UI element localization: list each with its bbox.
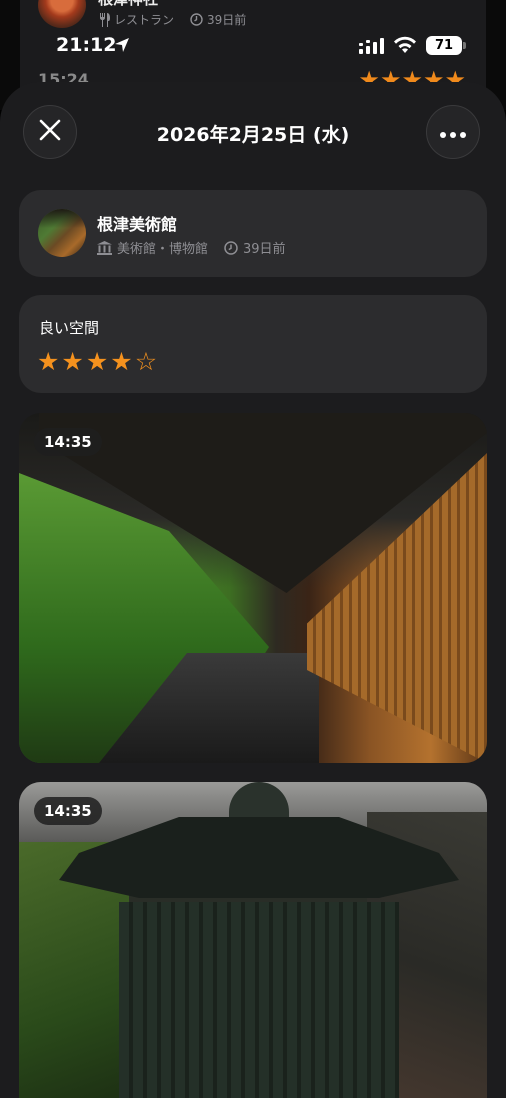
star-icon: ★ [61,347,84,376]
background-category: レストラン [114,13,175,27]
background-place-meta: レストラン 39日前 [98,11,246,28]
location-arrow-icon [113,36,131,58]
star-empty-icon: ☆ [134,347,158,376]
more-icon [440,123,466,142]
photo-museum-corridor[interactable]: 14:35 [19,413,487,763]
photo-stone-lantern[interactable]: 14:35 [19,782,487,1098]
status-time: 21:12 [56,34,117,56]
place-thumbnail [38,209,86,257]
background-place-title: 根津神社 [98,0,158,9]
more-options-button[interactable] [426,105,480,159]
museum-icon [97,240,112,255]
place-card[interactable]: 根津美術館 美術館・博物館 39日前 [19,190,487,277]
rating-stars: ★ ★ ★ ★ ☆ [37,349,157,374]
clock-icon [190,13,203,26]
clock-icon [224,240,238,255]
wifi-icon [393,36,417,58]
detail-sheet: 2026年2月25日 (水) 根津美術館 美術館・博物館 39日前 良い空間 ★… [0,82,506,1098]
place-elapsed: 39日前 [243,242,286,257]
fork-knife-icon [98,12,110,27]
photo-time-badge: 14:35 [34,797,102,825]
photo-time-badge: 14:35 [34,428,102,456]
place-name: 根津美術館 [97,215,178,234]
background-elapsed: 39日前 [207,13,247,27]
star-icon: ★ [37,347,60,376]
status-bar: 21:12 71 [0,32,506,60]
place-meta: 美術館・博物館 39日前 [97,238,286,257]
place-category: 美術館・博物館 [117,242,209,257]
signal-icon [359,38,385,58]
star-icon: ★ [85,347,109,376]
star-icon: ★ [110,347,133,376]
battery-icon: 71 [426,36,466,55]
note-card: 良い空間 ★ ★ ★ ★ ☆ [19,295,487,393]
note-text: 良い空間 [39,319,100,337]
